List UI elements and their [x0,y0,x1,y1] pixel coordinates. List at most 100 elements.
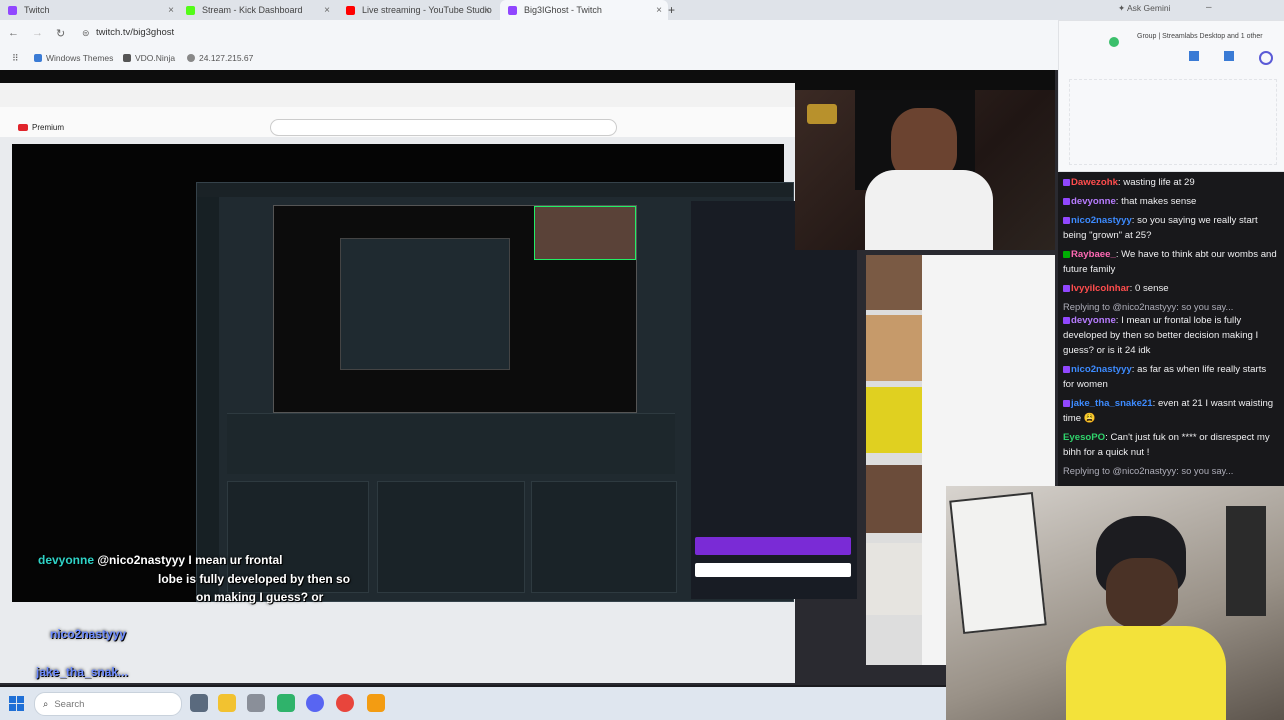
url-field[interactable]: twitch.tv/big3ghost [96,27,174,38]
browser-tab-bar: Twitch × Stream - Kick Dashboard × Live … [0,0,1284,20]
app-icon[interactable] [247,694,265,712]
taskbar-search[interactable]: ⌕ Search [34,692,182,716]
app-icon[interactable] [367,694,385,712]
close-icon[interactable]: × [324,5,330,16]
chat-message[interactable]: IvyyiIcolnhar: 0 sense [1063,281,1279,296]
bookmark-icon [34,54,42,62]
bookmark-label: VDO.Ninja [135,53,176,63]
chat-send-input [695,563,851,577]
tab-label: Twitch [24,5,50,15]
forward-icon[interactable]: → [32,27,43,39]
bookmark-icon [123,54,131,62]
tab-big3ghost[interactable]: Big3IGhost - Twitch × [500,0,668,20]
chat-text: that makes sense [1121,196,1197,207]
streamlabs-titlebar [197,183,793,197]
caption-line: devyonne @nico2nastyyy I mean ur frontal [38,553,282,567]
bookmark-vdo-ninja[interactable]: VDO.Ninja [123,53,175,63]
wall-plaque [807,104,837,124]
youtube-icon [18,124,28,131]
app-icon [1259,51,1273,65]
streamlabs-window [196,182,857,602]
new-tab-button[interactable]: + [668,0,682,20]
chat-username[interactable]: EyesoPO [1063,432,1105,443]
bookmark-windows-themes[interactable]: Windows Themes [34,53,113,63]
app-icon [1224,51,1234,61]
thumbnail [866,255,922,310]
streamer-shirt [1066,626,1226,720]
thumbnail [866,465,922,533]
close-icon[interactable]: × [168,5,174,16]
discord-icon[interactable] [306,694,324,712]
chat-message[interactable]: EyesoPO: Can't just fuk on **** or disre… [1063,430,1279,460]
badge-icon [1063,178,1070,186]
youtube-logo: Premium [18,123,64,132]
mini-feed [227,413,675,474]
chat-banner [695,537,851,555]
chat-message[interactable]: nico2nastyyy: as far as when life really… [1063,362,1279,392]
tab-kick[interactable]: Stream - Kick Dashboard × [186,0,336,20]
webcam-streamer [946,486,1284,720]
chat-username[interactable]: Dawezohk [1071,177,1118,188]
chat-message[interactable]: jake_tha_snake21: even at 21 I wasnt wai… [1063,396,1279,426]
window-group-preview[interactable]: Group | Streamlabs Desktop and 1 other [1058,20,1284,172]
reload-icon[interactable]: ↻ [56,27,65,40]
bookmark-label: Windows Themes [46,53,114,63]
search-icon: ⌕ [43,698,49,710]
inner-thumbnails [866,255,922,665]
inner-browser-tabs [0,83,795,108]
chrome-icon[interactable] [336,694,354,712]
tab-label: Live streaming - YouTube Studio [362,5,492,15]
badge-icon [1063,284,1070,292]
guest-shirt [865,170,993,250]
chat-message[interactable]: Raybaee_: We have to think abt our wombs… [1063,247,1279,277]
streamlabs-icon [1109,37,1119,47]
close-icon[interactable]: × [484,5,490,16]
guitar [1226,506,1266,616]
nested-preview [340,238,510,370]
badge-icon [1063,197,1070,205]
streamlabs-chat [691,201,857,599]
chat-text: wasting life at 29 [1123,177,1195,188]
task-view-icon[interactable] [190,694,208,712]
chat-username[interactable]: Raybaee_ [1071,249,1116,260]
chat-text: 0 sense [1135,283,1169,294]
tab-label: Stream - Kick Dashboard [202,5,303,15]
back-icon[interactable]: ← [8,27,19,39]
close-icon[interactable]: × [656,5,662,16]
caption-line: lobe is fully developed by then so [158,572,350,586]
chat-username[interactable]: IvyyiIcolnhar [1071,283,1130,294]
tab-youtube-studio[interactable]: Live streaming - YouTube Studio × [346,0,496,20]
chat-username[interactable]: jake_tha_snake21 [1071,398,1153,409]
chat-message[interactable]: devyonne: that makes sense [1063,194,1279,209]
mixer-panel [531,481,677,593]
youtube-icon [346,5,355,15]
minimize-icon[interactable]: – [1206,2,1212,13]
chat-username[interactable]: nico2nastyyy [1071,364,1132,375]
chat-username[interactable]: devyonne [1071,315,1116,326]
thumbnail [866,387,922,453]
chat-reply-line[interactable]: Replying to @nico2nastyyy: so you say... [1063,464,1279,477]
chat-username[interactable]: devyonne [1071,196,1116,207]
tab-twitch[interactable]: Twitch × [8,0,180,20]
chat-reply-line[interactable]: Replying to @nico2nastyyy: so you say... [1063,300,1279,313]
file-explorer-icon[interactable] [218,694,236,712]
thumbnail-grid [1069,79,1277,165]
apps-icon[interactable]: ⠿ [12,53,19,64]
app-icon [1189,51,1199,61]
caption-user: nico2nastyyy [50,627,127,641]
site-info-icon[interactable]: ⊜ [82,28,90,39]
ask-gemini-button[interactable]: ✦ Ask Gemini [1118,3,1170,14]
badge-icon [1063,250,1070,258]
chat-message[interactable]: devyonne: I mean ur frontal lobe is full… [1063,313,1279,358]
caption-line: on making I guess? or [196,590,323,604]
chat-message[interactable]: nico2nastyyy: so you saying we really st… [1063,213,1279,243]
chat-username[interactable]: nico2nastyyy [1071,215,1132,226]
thumbnail [866,315,922,381]
windows-start-icon[interactable] [9,696,24,711]
chat-message[interactable]: Dawezohk: wasting life at 29 [1063,175,1279,190]
tab-label: Big3IGhost - Twitch [524,5,602,15]
bookmark-ip[interactable]: 24.127.215.67 [187,53,253,63]
streamlabs-icon[interactable] [277,694,295,712]
badge-icon [1063,316,1070,324]
globe-icon [187,54,195,62]
